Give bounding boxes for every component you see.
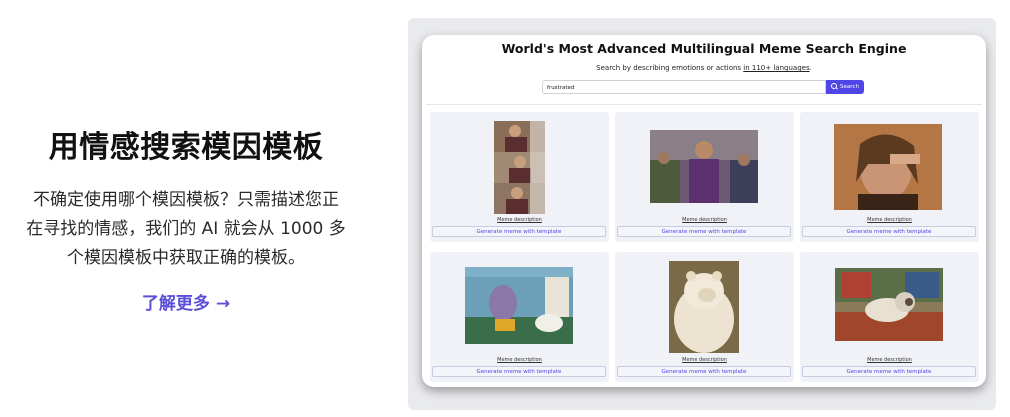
meme-description-link[interactable]: Meme description bbox=[615, 357, 794, 363]
promo-section: 用情感搜索模因模板 不确定使用哪个模因模板？只需描述您正 在寻找的情感，我们的 … bbox=[0, 0, 372, 417]
meme-card: Meme description Generate meme with temp… bbox=[430, 252, 609, 382]
languages-link[interactable]: in 110+ languages bbox=[743, 64, 809, 72]
app-window: World's Most Advanced Multilingual Meme … bbox=[422, 35, 986, 387]
promo-description-line: 个模因模板中获取正确的模板。 bbox=[67, 248, 305, 268]
app-title: World's Most Advanced Multilingual Meme … bbox=[501, 41, 907, 56]
promo-title: 用情感搜索模因模板 bbox=[48, 130, 324, 165]
meme-image bbox=[835, 268, 943, 341]
subtitle-text: Search by describing emotions or actions bbox=[596, 64, 744, 72]
learn-more-link[interactable]: 了解更多 → bbox=[0, 289, 372, 314]
meme-description-link[interactable]: Meme description bbox=[430, 217, 609, 223]
meme-image bbox=[465, 267, 573, 344]
generate-meme-button[interactable]: Generate meme with template bbox=[617, 366, 791, 377]
meme-card: Meme description Generate meme with temp… bbox=[800, 252, 979, 382]
meme-image bbox=[834, 124, 942, 210]
meme-image bbox=[650, 130, 758, 203]
meme-card: Meme description Generate meme with temp… bbox=[430, 112, 609, 242]
meme-image bbox=[494, 121, 545, 214]
generate-meme-button[interactable]: Generate meme with template bbox=[617, 226, 791, 237]
meme-card: Meme description Generate meme with temp… bbox=[615, 252, 794, 382]
search-button-label: Search bbox=[840, 84, 859, 90]
generate-meme-button[interactable]: Generate meme with template bbox=[432, 366, 606, 377]
meme-card: Meme description Generate meme with temp… bbox=[800, 112, 979, 242]
app-subtitle: Search by describing emotions or actions… bbox=[422, 64, 986, 72]
meme-description-link[interactable]: Meme description bbox=[615, 217, 794, 223]
generate-meme-button[interactable]: Generate meme with template bbox=[802, 366, 976, 377]
search-button[interactable]: Search bbox=[826, 80, 864, 94]
generate-meme-button[interactable]: Generate meme with template bbox=[432, 226, 606, 237]
search-input[interactable]: frustrated bbox=[542, 80, 826, 94]
promo-description: 不确定使用哪个模因模板？只需描述您正 在寻找的情感，我们的 AI 就会从 100… bbox=[0, 186, 372, 273]
subtitle-suffix: . bbox=[809, 64, 812, 72]
meme-description-link[interactable]: Meme description bbox=[800, 217, 979, 223]
meme-image bbox=[669, 261, 739, 353]
meme-description-link[interactable]: Meme description bbox=[430, 357, 609, 363]
divider bbox=[426, 104, 982, 105]
search-icon bbox=[831, 82, 838, 89]
meme-card: Meme description Generate meme with temp… bbox=[615, 112, 794, 242]
promo-description-line: 不确定使用哪个模因模板？只需描述您正 bbox=[33, 190, 339, 210]
generate-meme-button[interactable]: Generate meme with template bbox=[802, 226, 976, 237]
meme-description-link[interactable]: Meme description bbox=[800, 357, 979, 363]
promo-description-line: 在寻找的情感，我们的 AI 就会从 1000 多 bbox=[26, 219, 346, 239]
